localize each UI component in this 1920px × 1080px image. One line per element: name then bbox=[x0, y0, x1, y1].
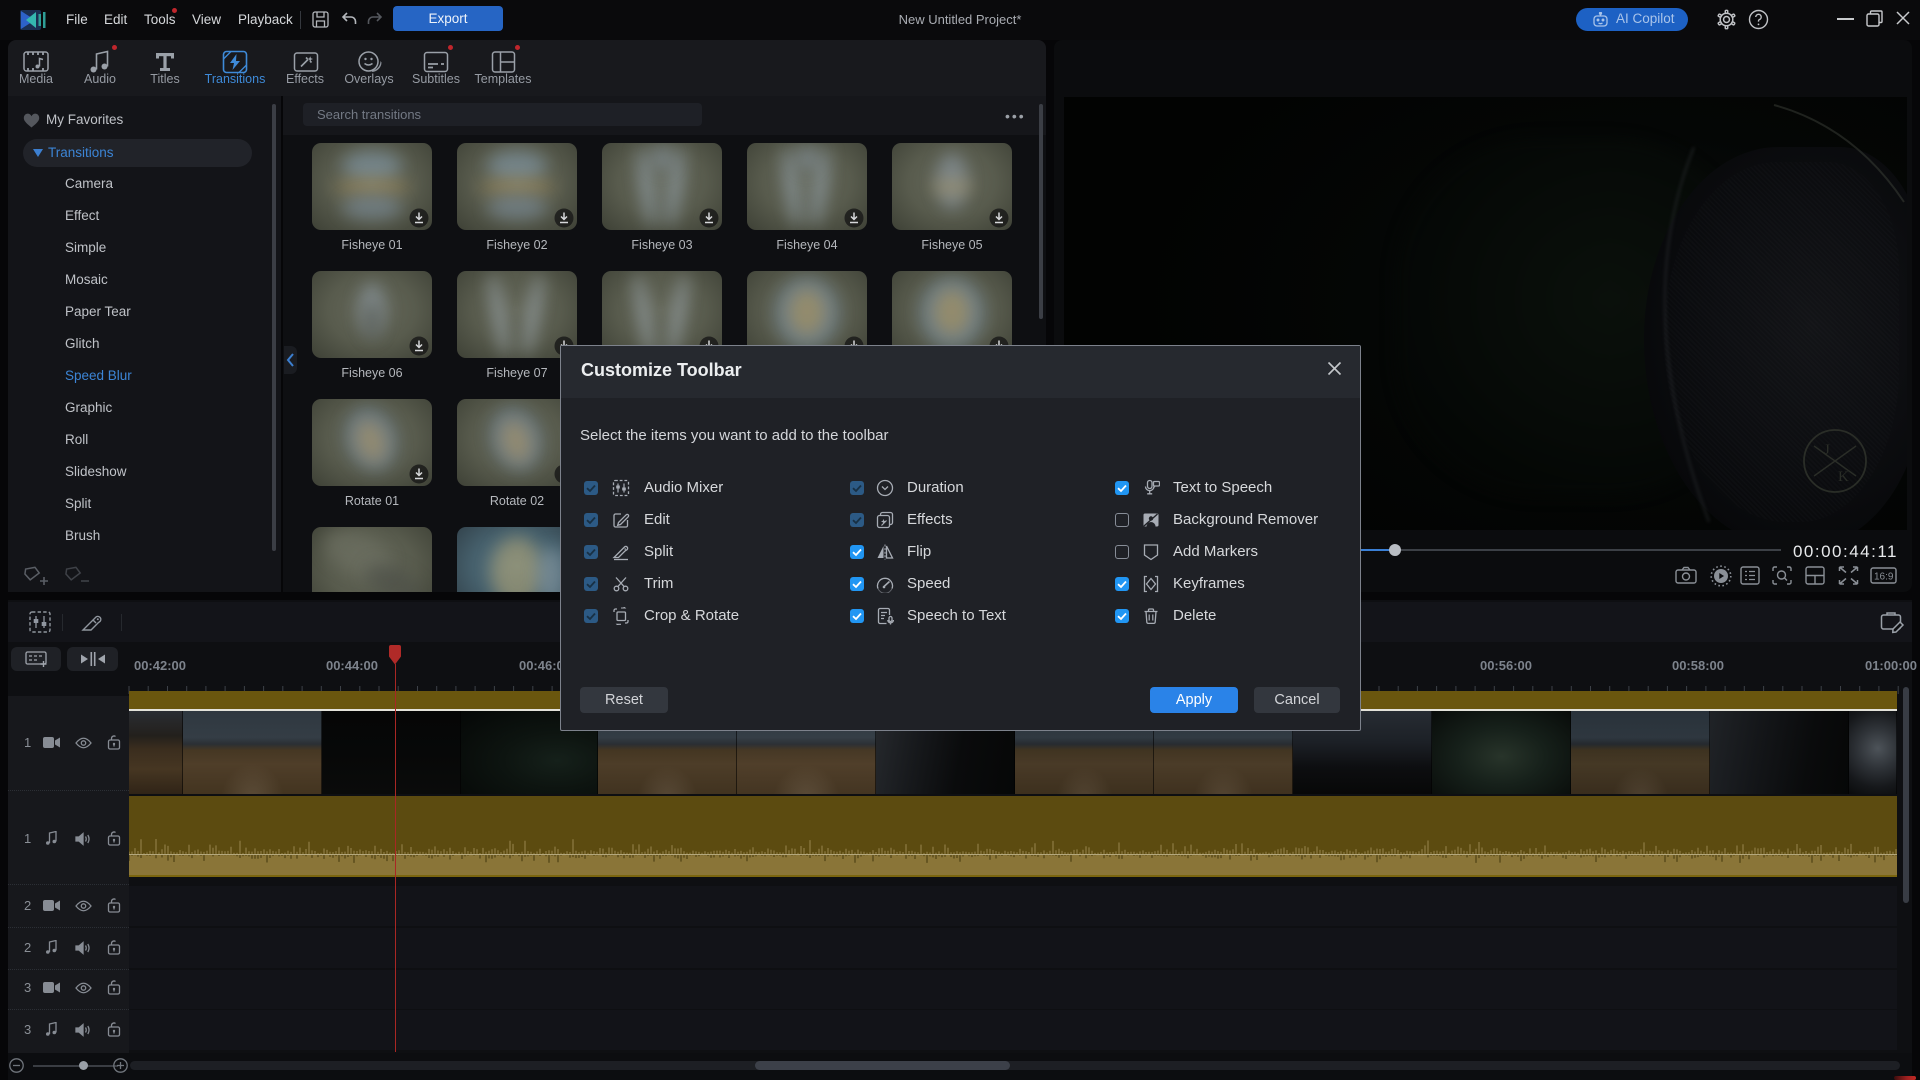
svg-text:16:9: 16:9 bbox=[1874, 572, 1894, 583]
svg-text:K: K bbox=[1838, 469, 1849, 485]
svg-text:J: J bbox=[1824, 442, 1830, 458]
